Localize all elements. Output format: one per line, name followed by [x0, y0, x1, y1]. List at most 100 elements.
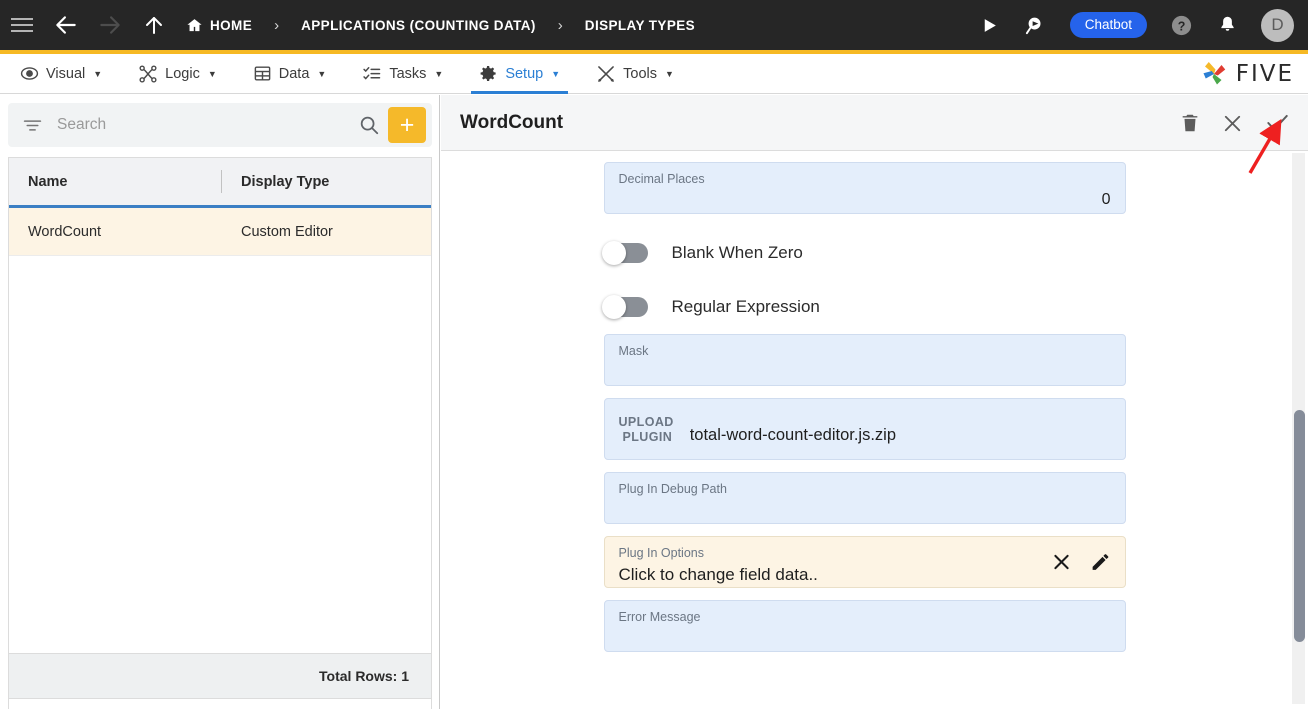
chevron-down-icon: ▼	[434, 68, 444, 79]
field-error-message[interactable]: Error Message	[603, 600, 1126, 652]
field-mask[interactable]: Mask	[603, 334, 1126, 386]
field-label-mask: Mask	[618, 344, 649, 358]
breadcrumb-separator-2: ›	[557, 16, 563, 34]
nodes-icon	[138, 64, 158, 84]
cell-display-type: Custom Editor	[241, 223, 333, 240]
chatbot-button[interactable]: Chatbot	[1069, 12, 1147, 38]
search-icon[interactable]	[358, 114, 380, 136]
upload-label-line1: UPLOAD	[618, 414, 674, 429]
top-bar-actions: Chatbot ? D	[968, 0, 1308, 50]
field-label-plug-in-options: Plug In Options	[618, 546, 704, 560]
total-rows-label: Total Rows: 1	[319, 668, 409, 684]
add-record-button[interactable]: +	[388, 107, 426, 143]
back-arrow-icon[interactable]	[44, 0, 88, 50]
menu-item-logic[interactable]: Logic ▼	[122, 54, 233, 94]
checklist-icon	[362, 64, 382, 84]
menu-label-data: Data	[278, 65, 310, 82]
hamburger-menu-icon[interactable]	[0, 0, 44, 50]
vertical-scrollbar-thumb[interactable]	[1294, 410, 1305, 642]
field-label-plug-in-debug-path: Plug In Debug Path	[618, 482, 727, 496]
table-row[interactable]: WordCount Custom Editor	[9, 208, 431, 256]
home-icon	[186, 17, 203, 34]
filter-icon[interactable]	[22, 115, 43, 136]
table-icon	[253, 64, 272, 83]
field-label-error-message: Error Message	[618, 610, 701, 624]
upload-plugin-labels: UPLOAD PLUGIN	[619, 415, 674, 444]
detail-form-scroll-area: Decimal Places 0 Blank When Zero Regular…	[441, 152, 1308, 709]
field-value-decimal-places: 0	[1101, 190, 1111, 208]
edit-icon[interactable]	[1090, 552, 1111, 573]
brand-text: FIVE	[1235, 61, 1294, 87]
app-root: HOME › APPLICATIONS (COUNTING DATA) › DI…	[0, 0, 1308, 709]
toggle-blank-when-zero[interactable]	[601, 241, 648, 265]
top-navigation-bar: HOME › APPLICATIONS (COUNTING DATA) › DI…	[0, 0, 1308, 50]
menu-item-data[interactable]: Data ▼	[237, 54, 343, 94]
column-header-name[interactable]: Name	[9, 158, 222, 205]
breadcrumb-label-applications: APPLICATIONS (COUNTING DATA)	[301, 17, 536, 33]
breadcrumb-label-display-types: DISPLAY TYPES	[584, 17, 696, 33]
breadcrumb-separator-1: ›	[274, 16, 280, 34]
toggle-regular-expression[interactable]	[601, 295, 648, 319]
field-value-plug-in-options: Click to change field data..	[618, 564, 818, 584]
menu-item-setup[interactable]: Setup ▼	[463, 54, 576, 94]
upload-label-line2: PLUGIN	[622, 429, 673, 444]
menu-label-setup: Setup	[505, 65, 544, 82]
tools-icon	[596, 64, 616, 84]
field-decimal-places[interactable]: Decimal Places 0	[603, 162, 1126, 214]
breadcrumb-label-home: HOME	[210, 17, 253, 33]
menu-item-visual[interactable]: Visual ▼	[4, 54, 118, 94]
detail-panel-header: WordCount	[441, 95, 1308, 151]
records-table: Name Display Type WordCount Custom Edito…	[8, 157, 432, 709]
menu-label-tasks: Tasks	[389, 65, 427, 82]
table-footer: Total Rows: 1	[8, 653, 432, 699]
table-header-row: Name Display Type	[9, 158, 431, 208]
toggle-knob	[601, 295, 626, 319]
chevron-down-icon: ▼	[551, 68, 561, 79]
forward-arrow-icon[interactable]	[88, 0, 132, 50]
eye-icon	[20, 64, 39, 83]
field-upload-plugin[interactable]: UPLOAD PLUGIN total-word-count-editor.js…	[603, 398, 1126, 460]
field-label-decimal-places: Decimal Places	[618, 172, 705, 186]
breadcrumb-item-display-types[interactable]: DISPLAY TYPES	[585, 18, 695, 33]
menu-item-tools[interactable]: Tools ▼	[580, 54, 690, 94]
field-plug-in-options[interactable]: Plug In Options Click to change field da…	[603, 536, 1126, 588]
search-play-icon[interactable]	[1014, 0, 1058, 50]
detail-panel: WordCount Decimal Places 0 Blank When Ze…	[441, 95, 1308, 709]
close-icon[interactable]	[1221, 112, 1244, 135]
chevron-down-icon: ▼	[207, 68, 217, 79]
search-bar: +	[8, 103, 432, 147]
toggle-knob	[601, 241, 626, 265]
gear-icon	[479, 64, 498, 83]
check-icon[interactable]	[1264, 110, 1290, 136]
toggle-row-blank-when-zero: Blank When Zero	[601, 226, 1126, 280]
svg-text:?: ?	[1177, 19, 1185, 33]
trash-icon[interactable]	[1179, 112, 1201, 134]
help-icon[interactable]: ?	[1159, 0, 1203, 50]
user-avatar[interactable]: D	[1261, 8, 1294, 42]
menu-label-logic: Logic	[165, 65, 200, 82]
breadcrumb: HOME › APPLICATIONS (COUNTING DATA) › DI…	[186, 17, 695, 34]
page-title: WordCount	[460, 111, 564, 133]
play-icon[interactable]	[968, 0, 1012, 50]
chevron-down-icon: ▼	[317, 68, 327, 79]
search-input[interactable]	[57, 116, 358, 134]
breadcrumb-item-applications[interactable]: APPLICATIONS (COUNTING DATA)	[301, 18, 536, 33]
main-menu-bar: Visual ▼ Logic ▼ Data ▼ Tasks ▼ Setup ▼ …	[0, 54, 1308, 94]
breadcrumb-item-home[interactable]: HOME	[186, 17, 252, 34]
menu-item-tasks[interactable]: Tasks ▼	[346, 54, 459, 94]
plug-in-options-icons	[1051, 552, 1111, 573]
upload-plugin-filename: total-word-count-editor.js.zip	[689, 425, 897, 444]
chevron-down-icon: ▼	[665, 68, 674, 79]
clear-icon[interactable]	[1051, 552, 1072, 573]
toggle-label-blank-when-zero: Blank When Zero	[671, 243, 803, 262]
detail-panel-actions	[1179, 95, 1290, 151]
notification-bell-icon[interactable]	[1205, 0, 1249, 50]
five-logo: FIVE	[1199, 54, 1294, 94]
field-plug-in-debug-path[interactable]: Plug In Debug Path	[603, 472, 1126, 524]
detail-form: Decimal Places 0 Blank When Zero Regular…	[441, 152, 1288, 664]
column-header-display-type[interactable]: Display Type	[222, 158, 431, 205]
menu-label-visual: Visual	[46, 65, 86, 82]
toggle-row-regular-expression: Regular Expression	[601, 280, 1126, 334]
cell-name: WordCount	[28, 223, 102, 240]
up-arrow-icon[interactable]	[132, 0, 176, 50]
